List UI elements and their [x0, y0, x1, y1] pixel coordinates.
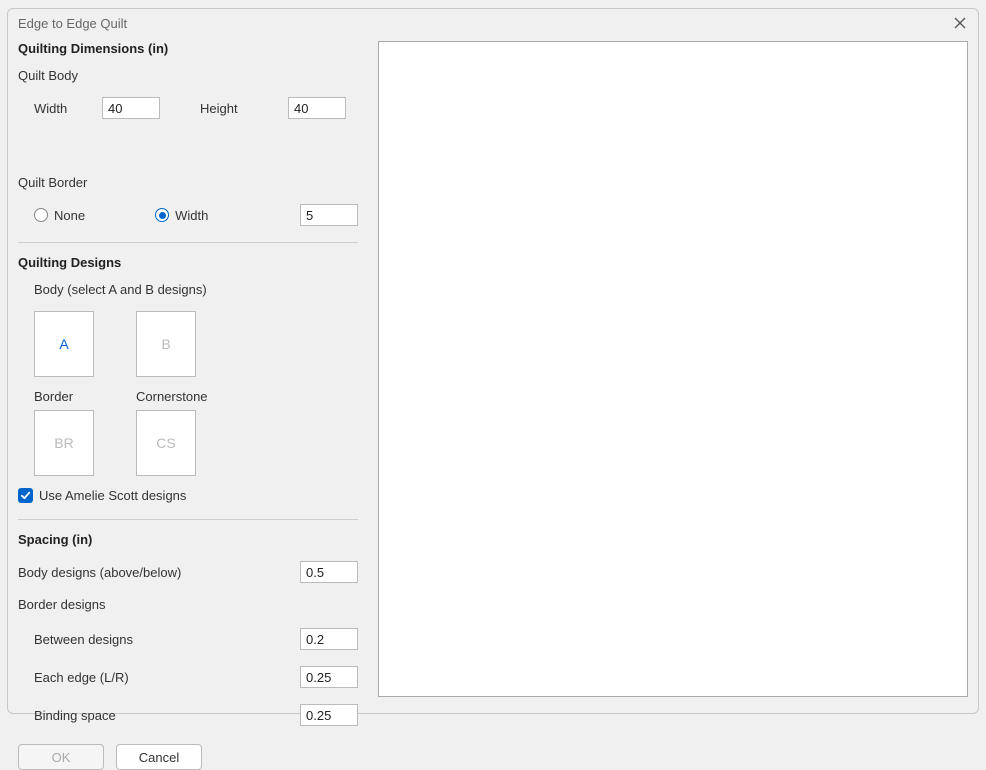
titlebar: Edge to Edge Quilt — [8, 9, 978, 37]
border-width-input[interactable] — [300, 204, 358, 226]
binding-space-input[interactable] — [300, 704, 358, 726]
design-tile-a[interactable]: A — [34, 311, 94, 377]
body-above-below-input[interactable] — [300, 561, 358, 583]
amelie-scott-checkbox[interactable]: Use Amelie Scott designs — [18, 488, 358, 503]
body-designs-label: Body (select A and B designs) — [18, 282, 358, 297]
spacing-heading: Spacing (in) — [18, 532, 358, 547]
width-label: Width — [34, 101, 102, 116]
divider — [18, 519, 358, 520]
ok-button[interactable]: OK — [18, 744, 104, 770]
cancel-button[interactable]: Cancel — [116, 744, 202, 770]
dialog-title: Edge to Edge Quilt — [18, 16, 127, 31]
radio-icon — [155, 208, 169, 222]
cornerstone-tile-label: Cornerstone — [136, 389, 196, 404]
each-edge-label: Each edge (L/R) — [34, 670, 300, 685]
body-height-input[interactable] — [288, 97, 346, 119]
settings-panel: Quilting Dimensions (in) Quilt Body Widt… — [18, 41, 358, 703]
dimensions-heading: Quilting Dimensions (in) — [18, 41, 358, 56]
close-icon[interactable] — [952, 15, 968, 31]
quilt-body-label: Quilt Body — [18, 68, 358, 83]
border-none-radio[interactable]: None — [34, 208, 85, 223]
border-tile-label: Border — [34, 389, 94, 404]
radio-icon — [34, 208, 48, 222]
design-tile-b[interactable]: B — [136, 311, 196, 377]
body-above-below-label: Body designs (above/below) — [18, 565, 300, 580]
design-tile-border[interactable]: BR — [34, 410, 94, 476]
quilt-border-label: Quilt Border — [18, 175, 358, 190]
checkbox-icon — [18, 488, 33, 503]
divider — [18, 242, 358, 243]
body-width-height-row: Width Height — [18, 97, 358, 119]
preview-panel — [378, 41, 968, 703]
amelie-scott-label: Use Amelie Scott designs — [39, 488, 186, 503]
radio-none-label: None — [54, 208, 85, 223]
body-width-input[interactable] — [102, 97, 160, 119]
height-label: Height — [200, 101, 288, 116]
border-width-radio[interactable]: Width — [155, 208, 208, 223]
preview-area — [378, 41, 968, 697]
edge-to-edge-quilt-dialog: Edge to Edge Quilt Quilting Dimensions (… — [7, 8, 979, 714]
between-designs-label: Between designs — [34, 632, 300, 647]
border-designs-label: Border designs — [18, 597, 358, 612]
binding-space-label: Binding space — [34, 708, 300, 723]
designs-heading: Quilting Designs — [18, 255, 358, 270]
between-designs-input[interactable] — [300, 628, 358, 650]
design-tile-cornerstone[interactable]: CS — [136, 410, 196, 476]
each-edge-input[interactable] — [300, 666, 358, 688]
radio-width-label: Width — [175, 208, 208, 223]
